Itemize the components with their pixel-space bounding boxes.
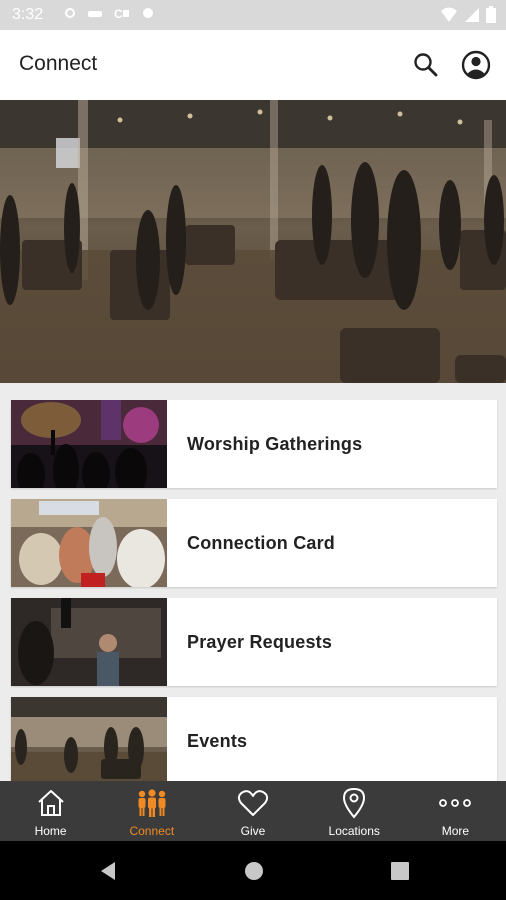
- nav-item-more[interactable]: More: [405, 781, 506, 841]
- system-navigation-bar: [0, 841, 506, 900]
- nav-item-home[interactable]: Home: [0, 781, 101, 841]
- battery-icon: [486, 6, 496, 28]
- card-events[interactable]: Events: [11, 697, 497, 785]
- card-connection-card[interactable]: Connection Card: [11, 499, 497, 587]
- card-prayer-requests[interactable]: Prayer Requests: [11, 598, 497, 686]
- signal-icon: [464, 7, 480, 28]
- events-thumbnail: [11, 697, 167, 785]
- nav-item-connect[interactable]: Connect: [101, 781, 202, 841]
- location-pin-icon: [341, 786, 367, 820]
- home-icon: [36, 786, 66, 820]
- nav-label: More: [441, 824, 470, 838]
- status-time: 3:32: [12, 6, 44, 23]
- page-title: Connect: [19, 52, 98, 75]
- cast-notification-icon: C: [114, 7, 130, 22]
- home-circle-icon: [245, 862, 263, 880]
- profile-button[interactable]: [461, 50, 491, 80]
- card-label: Worship Gatherings: [187, 433, 363, 454]
- card-label: Events: [187, 730, 248, 751]
- card-label: Connection Card: [187, 532, 336, 553]
- status-bar: 3:32 C: [0, 0, 506, 30]
- search-button[interactable]: [411, 50, 441, 80]
- back-triangle-icon: [101, 862, 115, 880]
- search-icon: [414, 53, 438, 77]
- recents-button[interactable]: [389, 859, 411, 888]
- system-status-icons: [440, 6, 496, 28]
- account-circle-icon: [461, 50, 491, 80]
- people-icon: [135, 786, 169, 820]
- back-button[interactable]: [96, 859, 118, 888]
- nav-label: Connect: [129, 824, 175, 838]
- settings-notification-icon: [64, 7, 76, 22]
- bottom-navigation: Home Connect Give Locations More: [0, 781, 506, 841]
- app-bar: Connect: [0, 30, 506, 100]
- worship-gatherings-thumbnail: [11, 400, 167, 488]
- nav-label: Home: [34, 824, 67, 838]
- more-dots-icon: [438, 786, 472, 820]
- translate-notification-icon: [88, 8, 102, 22]
- recents-square-icon: [391, 862, 409, 880]
- hero-image: [0, 100, 506, 383]
- card-worship-gatherings[interactable]: Worship Gatherings: [11, 400, 497, 488]
- nav-item-locations[interactable]: Locations: [304, 781, 405, 841]
- home-system-button[interactable]: [242, 859, 266, 888]
- prayer-requests-thumbnail: [11, 598, 167, 686]
- card-label: Prayer Requests: [187, 631, 333, 652]
- svg-text:C: C: [114, 7, 123, 19]
- nav-label: Give: [240, 824, 266, 838]
- nav-item-give[interactable]: Give: [202, 781, 303, 841]
- wifi-icon: [440, 7, 458, 28]
- heart-icon: [237, 786, 269, 820]
- notification-icons: C: [64, 7, 154, 22]
- nav-label: Locations: [328, 824, 380, 838]
- dot-notification-icon: [142, 7, 154, 22]
- connection-card-thumbnail: [11, 499, 167, 587]
